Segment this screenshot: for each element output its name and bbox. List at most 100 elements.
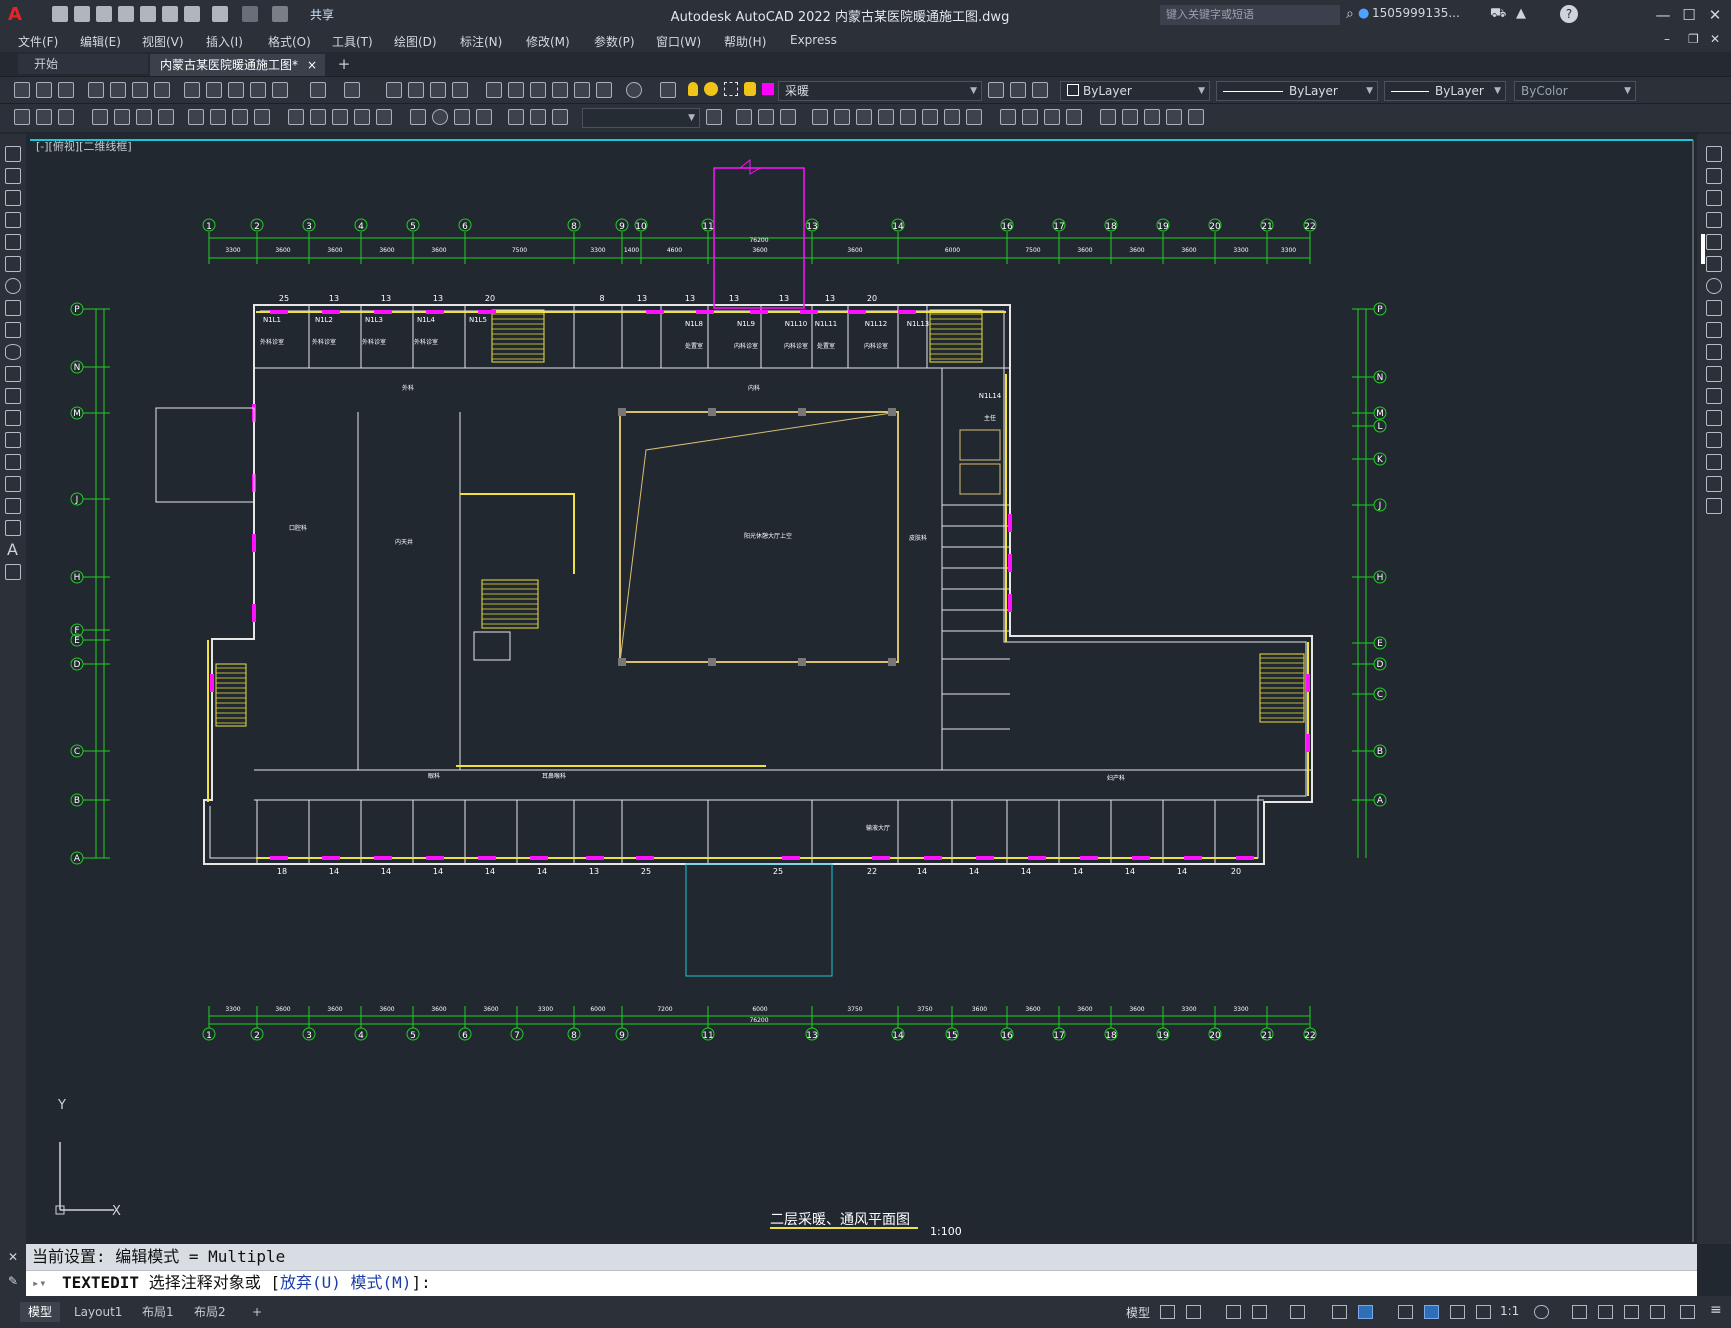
menu-help[interactable]: 帮助(H) — [724, 33, 766, 50]
scale-icon[interactable] — [900, 109, 916, 125]
tool-palettes-icon[interactable] — [530, 82, 546, 98]
array-palette-icon[interactable] — [1706, 234, 1722, 250]
copy-palette-icon[interactable] — [1706, 168, 1722, 184]
annotation-scale-value[interactable]: 1:1 — [1500, 1304, 1519, 1318]
dim-linear-icon[interactable] — [92, 109, 108, 125]
save-toolbar-icon[interactable] — [58, 82, 74, 98]
maximize-button[interactable]: ☐ — [1678, 4, 1700, 26]
menu-modify[interactable]: 修改(M) — [526, 33, 570, 50]
save-to-web-icon[interactable] — [162, 6, 178, 22]
circle-icon[interactable] — [5, 278, 21, 294]
object-snap-tracking-icon[interactable] — [1332, 1305, 1347, 1319]
insert-block-icon[interactable] — [5, 388, 21, 404]
plot-preview-icon[interactable] — [110, 82, 126, 98]
menu-draw[interactable]: 绘图(D) — [394, 33, 437, 50]
annotation-monitor-icon[interactable] — [1572, 1305, 1587, 1319]
units-icon[interactable] — [1598, 1305, 1613, 1319]
make-current-layer-icon[interactable] — [988, 82, 1004, 98]
menu-tools[interactable]: 工具(T) — [332, 33, 373, 50]
design-center-icon[interactable] — [508, 82, 524, 98]
dim-aligned-icon[interactable] — [114, 109, 130, 125]
cut-icon[interactable] — [184, 82, 200, 98]
layer-states-icon[interactable] — [1032, 82, 1048, 98]
ortho-mode-icon[interactable] — [1226, 1305, 1241, 1319]
layer-thaw-sun-icon[interactable] — [704, 82, 718, 96]
new-layout-button[interactable]: + — [244, 1302, 270, 1322]
trim-palette-icon[interactable] — [1706, 344, 1722, 360]
chamfer-icon[interactable] — [1066, 109, 1082, 125]
layout-tab-layout1[interactable]: Layout1 — [66, 1302, 130, 1322]
rotate-icon[interactable] — [878, 109, 894, 125]
match-properties-icon[interactable] — [250, 82, 266, 98]
layer-dropdown[interactable]: 采暖 ▼ — [778, 81, 982, 101]
menu-insert[interactable]: 插入(I) — [206, 33, 243, 50]
isometric-drafting-icon[interactable] — [1290, 1305, 1305, 1319]
stretch-palette-icon[interactable] — [1706, 322, 1722, 338]
multiline-text-icon[interactable]: A — [7, 540, 18, 559]
construction-line-icon[interactable] — [5, 168, 21, 184]
qnew-icon[interactable] — [14, 82, 30, 98]
copy-icon[interactable] — [206, 82, 222, 98]
dim-edit-icon[interactable] — [508, 109, 524, 125]
help-icon[interactable]: ? — [1560, 5, 1578, 23]
layer-on-bulb-icon[interactable] — [688, 82, 698, 96]
menu-format[interactable]: 格式(O) — [268, 33, 311, 50]
rectangle-icon[interactable] — [5, 234, 21, 250]
layout-tab-buju2[interactable]: 布局2 — [186, 1302, 234, 1322]
command-option-undo[interactable]: 放弃(U) — [280, 1273, 341, 1292]
autodesk-app-store-icon[interactable]: ▲ — [1516, 6, 1526, 21]
line-tool-icon[interactable] — [5, 146, 21, 162]
command-option-mode[interactable]: 模式(M) — [351, 1273, 412, 1292]
layer-viewport-freeze-icon[interactable] — [724, 82, 738, 96]
layout-tab-buju1[interactable]: 布局1 — [134, 1302, 182, 1322]
markup-icon[interactable] — [574, 82, 590, 98]
lineweight-dropdown[interactable]: ByLayer ▼ — [1384, 81, 1506, 101]
color-dropdown[interactable]: ByLayer ▼ — [1060, 81, 1210, 101]
dim-space-icon[interactable] — [354, 109, 370, 125]
join-icon[interactable] — [1044, 109, 1060, 125]
snap-mode-icon[interactable] — [1186, 1305, 1201, 1319]
menu-window[interactable]: 窗口(W) — [656, 33, 701, 50]
menu-express[interactable]: Express — [790, 33, 837, 47]
layer-unlock-icon[interactable] — [744, 82, 756, 96]
help-toolbar-icon[interactable] — [626, 82, 642, 98]
quick-properties-icon[interactable] — [1624, 1305, 1639, 1319]
viewport-controls[interactable]: [-][俯视][二维线框] — [36, 138, 132, 154]
model-space-canvas[interactable]: 1 2 3 4 5 6 8 9 10 11 13 14 16 17 18 19 20 21 22 3300 3600 36… — [26, 134, 1697, 1244]
search-input[interactable]: 键入关键字或短语 — [1160, 5, 1340, 25]
tab-document[interactable]: 内蒙古某医院暖通施工图* × — [150, 54, 325, 76]
extend-icon[interactable] — [966, 109, 982, 125]
region-icon[interactable] — [5, 498, 21, 514]
3d-print-icon[interactable] — [154, 82, 170, 98]
dim-text-edit-icon[interactable] — [530, 109, 546, 125]
redo-icon[interactable] — [242, 6, 258, 22]
autocad-logo-icon[interactable]: A — [8, 5, 26, 25]
dim-style-dropdown[interactable]: ▼ — [582, 108, 700, 128]
dim-style-manager-icon[interactable] — [706, 109, 722, 125]
block-attribute-icon[interactable] — [58, 109, 74, 125]
polar-tracking-icon[interactable] — [1252, 1305, 1267, 1319]
sheet-set-icon[interactable] — [552, 82, 568, 98]
dim-angular-icon[interactable] — [254, 109, 270, 125]
share-button[interactable]: 共享 — [310, 6, 334, 23]
break-at-point-icon[interactable] — [1000, 109, 1016, 125]
menu-file[interactable]: 文件(F) — [18, 33, 58, 50]
clean-screen-icon[interactable] — [1680, 1305, 1695, 1319]
layout-tab-model[interactable]: 模型 — [20, 1302, 61, 1322]
join-palette-icon[interactable] — [1706, 410, 1722, 426]
extend-palette-icon[interactable] — [1706, 366, 1722, 382]
rotate-palette-icon[interactable] — [1706, 278, 1722, 294]
chamfer-palette-icon[interactable] — [1706, 432, 1722, 448]
customize-quick-access-icon[interactable] — [272, 6, 288, 22]
polygon-icon[interactable] — [5, 212, 21, 228]
block-editor-icon[interactable] — [272, 82, 288, 98]
dim-diameter-icon[interactable] — [232, 109, 248, 125]
mirror-icon[interactable] — [780, 109, 796, 125]
cart-icon[interactable]: ⛟ — [1490, 6, 1506, 23]
tab-close-icon[interactable]: × — [307, 54, 317, 76]
block-create-icon[interactable] — [36, 109, 52, 125]
annotation-visibility-icon[interactable] — [1424, 1305, 1439, 1319]
doc-close-button[interactable]: ✕ — [1710, 32, 1720, 46]
copy-object-icon[interactable] — [758, 109, 774, 125]
jogged-linear-icon[interactable] — [476, 109, 492, 125]
